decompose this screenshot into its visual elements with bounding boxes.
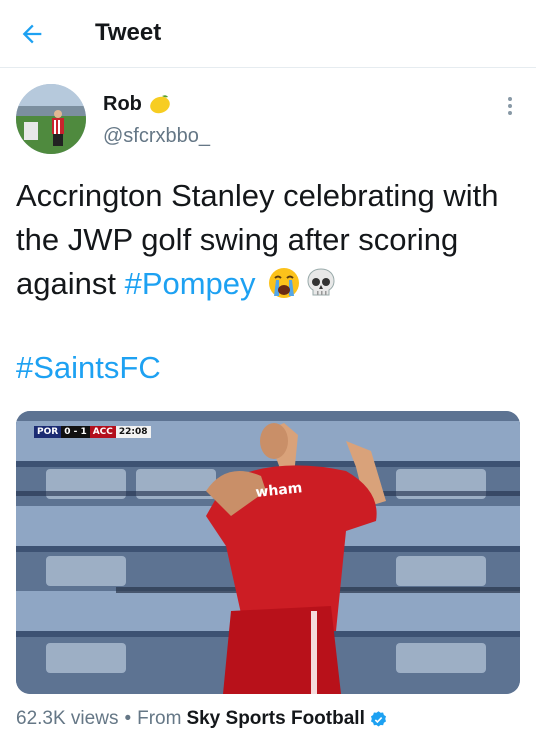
video-frame: wham — [16, 411, 520, 694]
back-button[interactable] — [18, 18, 54, 50]
tweet-text: Accrington Stanley celebrating with the … — [16, 174, 516, 306]
loudly-crying-face-icon — [269, 268, 300, 298]
skull-icon — [307, 268, 335, 296]
tweet-body: Accrington Stanley celebrating with the … — [16, 178, 499, 301]
arrow-left-icon — [22, 24, 42, 44]
top-bar: Tweet — [0, 0, 536, 68]
verified-badge-icon — [370, 710, 386, 727]
scorebug: POR 0 - 1 ACC 22:08 — [34, 426, 151, 438]
page-title: Tweet — [95, 19, 162, 46]
scorebug-score: 0 - 1 — [61, 426, 90, 438]
avatar[interactable] — [16, 84, 86, 154]
lemon-icon — [150, 95, 170, 114]
author-handle[interactable]: @sfcrxbbo_ — [103, 125, 210, 148]
hashtag-line: #SaintsFC — [16, 346, 161, 390]
author-name-text: Rob — [103, 92, 142, 115]
scorebug-away: ACC — [89, 426, 116, 438]
hashtag-saintsfc[interactable]: #SaintsFC — [16, 350, 161, 385]
from-label: From — [137, 708, 182, 729]
hashtag-pompey[interactable]: #Pompey — [125, 266, 256, 301]
scorebug-home: POR — [34, 426, 62, 438]
tweet-meta: 62.3K views • From Sky Sports Football — [16, 708, 388, 730]
scorebug-time: 22:08 — [115, 426, 151, 438]
tweet-video[interactable]: wham POR 0 - 1 ACC 22:08 — [16, 411, 520, 694]
source-account[interactable]: Sky Sports Football — [186, 708, 364, 730]
more-vertical-icon — [508, 97, 512, 115]
author-name[interactable]: Rob — [103, 92, 172, 116]
view-count: 62.3K views — [16, 708, 119, 729]
more-options-button[interactable] — [500, 94, 520, 118]
separator: • — [124, 708, 132, 729]
